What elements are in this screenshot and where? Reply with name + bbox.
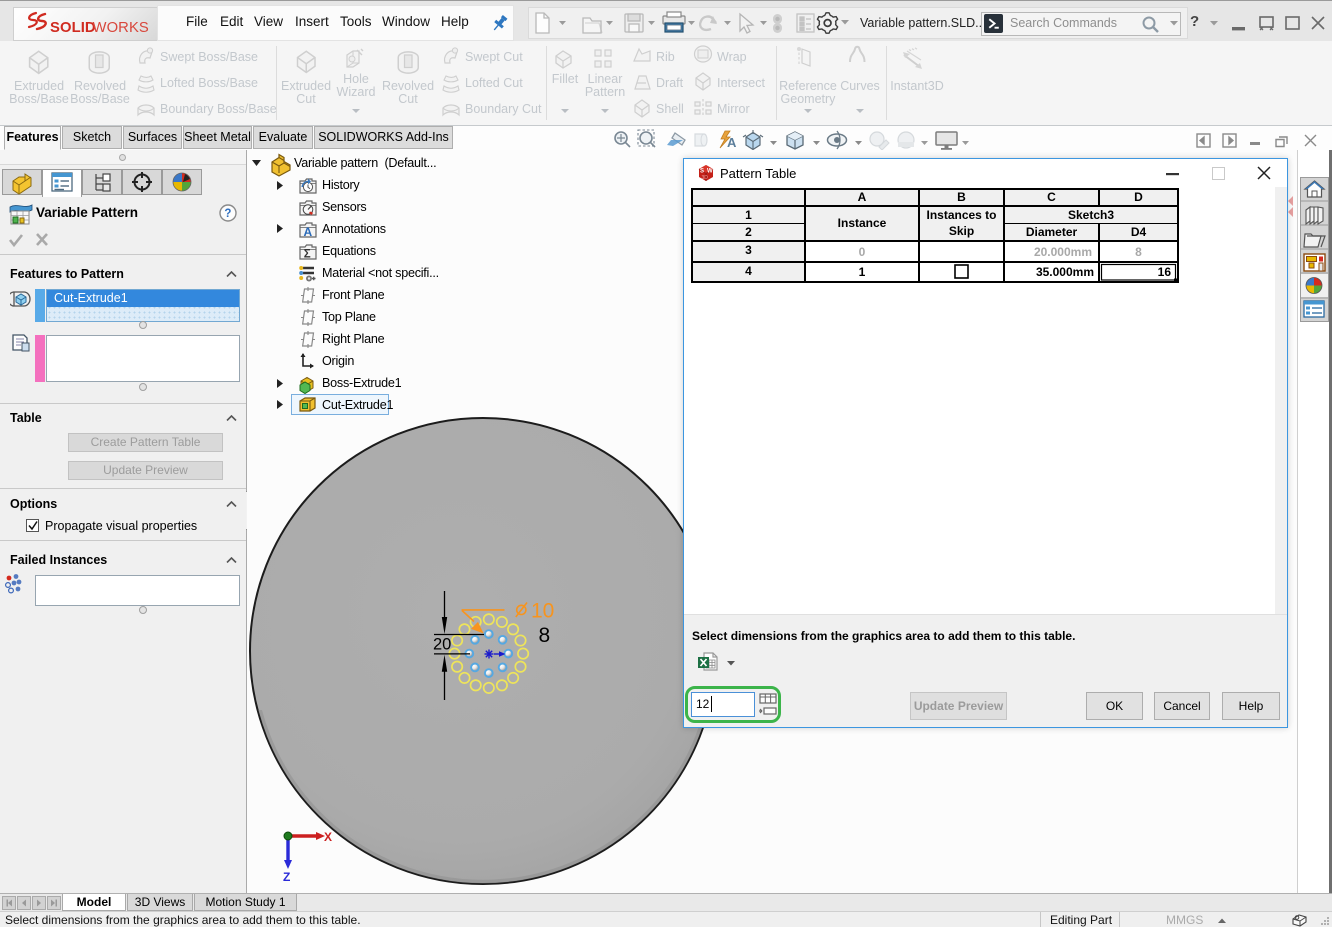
svg-text:A: A [304,225,313,239]
svg-text:8: 8 [539,624,551,647]
svg-text:Σ: Σ [304,249,311,261]
svg-text:SOLID: SOLID [50,20,96,36]
svg-text:10: 10 [531,600,554,623]
svg-text:A: A [727,135,737,150]
svg-text:X: X [324,830,332,844]
svg-text:20: 20 [433,636,451,654]
svg-text:?: ? [224,208,231,220]
svg-text:Z: Z [283,870,290,884]
svg-text:WORKS: WORKS [93,20,149,36]
